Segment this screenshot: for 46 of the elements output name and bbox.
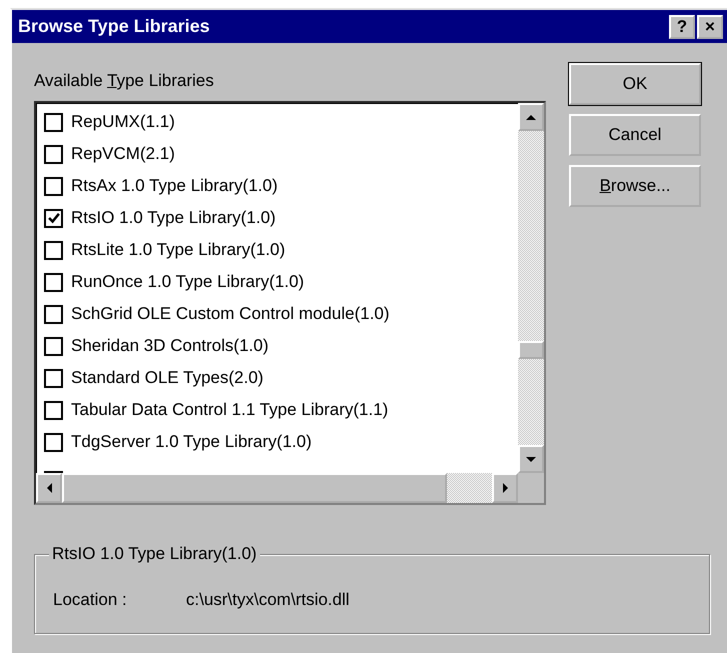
checkbox[interactable] (44, 144, 63, 164)
scroll-up-button[interactable] (518, 103, 544, 131)
right-arrow-icon (502, 483, 508, 493)
scrollbar-corner (518, 473, 544, 503)
scroll-right-button[interactable] (492, 473, 518, 503)
checkbox[interactable] (44, 400, 63, 420)
scroll-down-button[interactable] (518, 445, 544, 473)
group-title: RtsIO 1.0 Type Library(1.0) (49, 544, 260, 564)
scroll-left-button[interactable] (36, 473, 62, 503)
library-name[interactable]: Standard OLE Types(2.0) (71, 368, 264, 388)
horizontal-scrollbar[interactable] (36, 473, 544, 503)
checkbox[interactable] (44, 272, 63, 292)
scroll-thumb[interactable] (62, 473, 447, 503)
checkbox[interactable] (44, 304, 63, 324)
location-label: Location : (53, 590, 128, 610)
library-name[interactable]: TdgServer 1.0 Type Library(1.0) (71, 432, 312, 452)
library-name[interactable]: RepUMX(1.1) (71, 112, 175, 132)
library-name[interactable]: RepVCM(2.1) (71, 144, 175, 164)
checkbox[interactable] (44, 432, 63, 452)
down-arrow-icon (526, 456, 536, 462)
library-name[interactable]: RtsLite 1.0 Type Library(1.0) (71, 240, 286, 260)
left-arrow-icon (46, 483, 52, 493)
library-name[interactable]: SchGrid OLE Custom Control module(1.0) (71, 304, 390, 324)
library-name[interactable]: RtsIO 1.0 Type Library(1.0) (71, 208, 276, 228)
ok-button[interactable]: OK (569, 63, 701, 105)
vertical-scrollbar[interactable] (518, 103, 544, 473)
checkbox[interactable] (44, 112, 63, 132)
close-button[interactable]: × (697, 14, 723, 38)
scroll-thumb[interactable] (518, 341, 544, 359)
cancel-button[interactable]: Cancel (569, 114, 701, 156)
library-name[interactable]: RtsAx 1.0 Type Library(1.0) (71, 176, 278, 196)
checkbox[interactable] (44, 336, 63, 356)
up-arrow-icon (526, 114, 536, 120)
location-path: c:\usr\tyx\com\rtsio.dll (186, 590, 350, 610)
library-name[interactable]: Tabular Data Control 1.1 Type Library(1.1) (71, 400, 388, 420)
check-icon (46, 211, 60, 225)
help-button[interactable]: ? (669, 14, 695, 38)
checkbox[interactable] (44, 368, 63, 388)
library-name[interactable]: RunOnce 1.0 Type Library(1.0) (71, 272, 304, 292)
window-title: Browse Type Libraries (18, 16, 210, 37)
checkbox[interactable] (44, 176, 63, 196)
checkbox[interactable] (44, 240, 63, 260)
browse-button[interactable]: Browse... (569, 165, 701, 207)
list-label: Available Type Libraries (34, 71, 215, 91)
library-name[interactable]: Sheridan 3D Controls(1.0) (71, 336, 268, 356)
checkbox[interactable] (44, 208, 63, 228)
